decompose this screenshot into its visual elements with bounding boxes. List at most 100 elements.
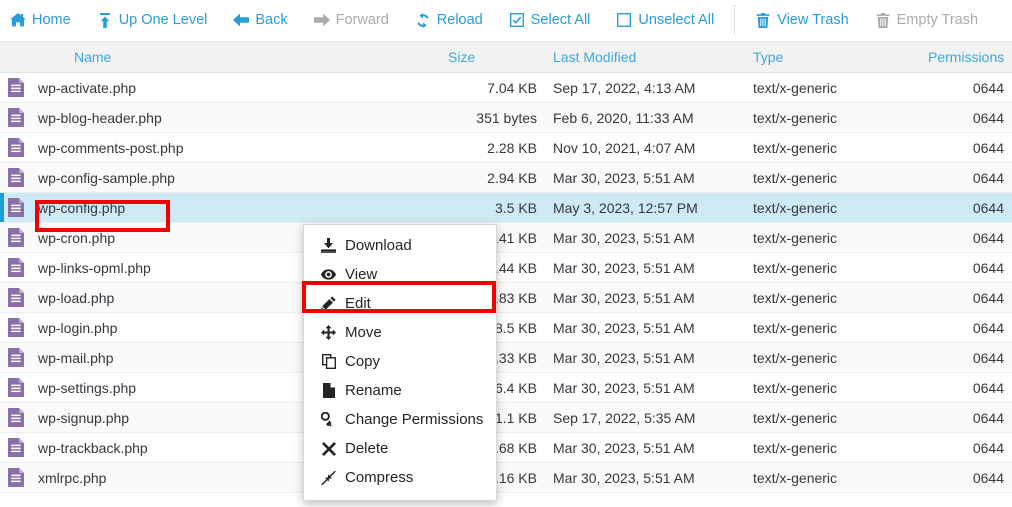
file-permissions: 0644 xyxy=(920,132,1012,163)
column-header-size[interactable]: Size xyxy=(440,41,545,73)
toolbar-button-up-one-level[interactable]: Up One Level xyxy=(97,10,208,30)
file-permissions: 0644 xyxy=(920,402,1012,433)
table-row[interactable]: wp-config.php 3.5 KB May 3, 2023, 12:57 PM… xyxy=(0,192,1012,223)
toolbar-button-empty-trash: Empty Trash xyxy=(875,10,978,30)
file-icon xyxy=(321,383,336,398)
table-row[interactable]: wp-comments-post.php 2.28 KB Nov 10, 2021,… xyxy=(0,132,1012,163)
checkbox-empty-icon xyxy=(616,12,632,28)
download-icon xyxy=(321,238,336,253)
compress-icon xyxy=(321,470,336,485)
column-header-icon xyxy=(0,41,30,73)
table-row[interactable]: wp-trackback.php 4.68 KB Mar 30, 2023, 5:5… xyxy=(0,432,1012,463)
copy-icon xyxy=(321,354,336,369)
context-menu-item-compress[interactable]: Compress xyxy=(304,463,496,492)
file-name[interactable]: wp-blog-header.php xyxy=(30,102,440,133)
file-permissions: 0644 xyxy=(920,312,1012,343)
file-name[interactable]: wp-config-sample.php xyxy=(30,162,440,193)
file-size: 3.5 KB xyxy=(440,192,545,223)
file-name[interactable]: wp-activate.php xyxy=(30,72,440,103)
toolbar-button-label: Up One Level xyxy=(118,12,208,28)
file-name[interactable]: wp-comments-post.php xyxy=(30,132,440,163)
file-type: text/x-generic xyxy=(745,402,920,433)
php-file-icon xyxy=(0,192,30,223)
context-menu-item-download[interactable]: Download xyxy=(304,231,496,260)
file-type: text/x-generic xyxy=(745,72,920,103)
table-row[interactable]: wp-config-sample.php 2.94 KB Mar 30, 2023,… xyxy=(0,162,1012,193)
file-permissions: 0644 xyxy=(920,102,1012,133)
file-type: text/x-generic xyxy=(745,462,920,493)
php-file-icon xyxy=(0,132,30,163)
column-header-last-modified[interactable]: Last Modified xyxy=(545,41,745,73)
x-mark-icon xyxy=(321,441,336,456)
table-row[interactable]: wp-login.php 48.5 KB Mar 30, 2023, 5:51 AM… xyxy=(0,312,1012,343)
table-row[interactable]: wp-settings.php 26.4 KB Mar 30, 2023, 5:51… xyxy=(0,372,1012,403)
table-row[interactable]: wp-links-opml.php 2.44 KB Mar 30, 2023, 5:… xyxy=(0,252,1012,283)
toolbar-button-reload[interactable]: Reload xyxy=(415,10,483,30)
file-last-modified: Nov 10, 2021, 4:07 AM xyxy=(545,132,745,163)
php-file-icon xyxy=(0,432,30,463)
context-menu-item-label: View xyxy=(345,266,378,283)
php-file-icon xyxy=(0,372,30,403)
file-type: text/x-generic xyxy=(745,192,920,223)
column-header-type[interactable]: Type xyxy=(745,41,920,73)
file-type: text/x-generic xyxy=(745,312,920,343)
php-file-icon xyxy=(0,162,30,193)
php-file-icon xyxy=(0,222,30,253)
arrow-left-icon xyxy=(233,12,250,28)
file-permissions: 0644 xyxy=(920,72,1012,103)
context-menu-item-copy[interactable]: Copy xyxy=(304,347,496,376)
file-type: text/x-generic xyxy=(745,342,920,373)
arrow-up-icon xyxy=(97,12,113,28)
key-icon xyxy=(321,412,336,427)
table-row[interactable]: wp-signup.php 31.1 KB Sep 17, 2022, 5:35 A… xyxy=(0,402,1012,433)
context-menu-item-move[interactable]: Move xyxy=(304,318,496,347)
reload-icon xyxy=(415,12,431,28)
file-last-modified: Feb 6, 2020, 11:33 AM xyxy=(545,102,745,133)
file-last-modified: Mar 30, 2023, 5:51 AM xyxy=(545,222,745,253)
toolbar-separator xyxy=(734,5,736,35)
file-last-modified: Sep 17, 2022, 5:35 AM xyxy=(545,402,745,433)
context-menu-item-rename[interactable]: Rename xyxy=(304,376,496,405)
file-permissions: 0644 xyxy=(920,342,1012,373)
column-header-permissions[interactable]: Permissions xyxy=(920,41,1012,73)
table-row[interactable]: wp-blog-header.php 351 bytes Feb 6, 2020, … xyxy=(0,102,1012,133)
toolbar-button-view-trash[interactable]: View Trash xyxy=(755,10,849,30)
file-size: 2.28 KB xyxy=(440,132,545,163)
trash-icon xyxy=(875,12,891,28)
php-file-icon xyxy=(0,282,30,313)
file-last-modified: Sep 17, 2022, 4:13 AM xyxy=(545,72,745,103)
file-permissions: 0644 xyxy=(920,432,1012,463)
file-manager-window: Home Up One Level Back Forward Reload Select … xyxy=(0,0,1012,507)
table-row[interactable]: xmlrpc.php 3.16 KB Mar 30, 2023, 5:51 AM te… xyxy=(0,462,1012,493)
context-menu-item-label: Copy xyxy=(345,353,381,370)
table-row[interactable]: wp-cron.php 5.41 KB Mar 30, 2023, 5:51 AM t… xyxy=(0,222,1012,253)
file-type: text/x-generic xyxy=(745,432,920,463)
table-row[interactable]: wp-load.php 3.83 KB Mar 30, 2023, 5:51 AM t… xyxy=(0,282,1012,313)
file-type: text/x-generic xyxy=(745,372,920,403)
toolbar-button-unselect-all[interactable]: Unselect All xyxy=(616,10,714,30)
column-header-name[interactable]: Name xyxy=(30,41,440,73)
file-name[interactable]: wp-config.php xyxy=(30,192,440,223)
toolbar-button-back[interactable]: Back xyxy=(233,10,288,30)
eye-icon xyxy=(321,267,336,282)
toolbar-button-label: Forward xyxy=(335,12,389,28)
toolbar-button-label: Unselect All xyxy=(638,12,715,28)
context-menu-item-edit[interactable]: Edit xyxy=(304,289,496,318)
table-row[interactable]: wp-mail.php 8.33 KB Mar 30, 2023, 5:51 AM t… xyxy=(0,342,1012,373)
file-permissions: 0644 xyxy=(920,252,1012,283)
pencil-icon xyxy=(321,296,336,311)
toolbar-button-home[interactable]: Home xyxy=(10,10,71,30)
toolbar-button-select-all[interactable]: Select All xyxy=(509,10,591,30)
context-menu-item-label: Download xyxy=(345,237,412,254)
context-menu-item-change-permissions[interactable]: Change Permissions xyxy=(304,405,496,434)
context-menu-item-label: Rename xyxy=(345,382,402,399)
file-permissions: 0644 xyxy=(920,222,1012,253)
context-menu-item-delete[interactable]: Delete xyxy=(304,434,496,463)
php-file-icon xyxy=(0,402,30,433)
file-last-modified: Mar 30, 2023, 5:51 AM xyxy=(545,372,745,403)
toolbar-button-label: Select All xyxy=(530,12,591,28)
table-row[interactable]: wp-activate.php 7.04 KB Sep 17, 2022, 4:13… xyxy=(0,72,1012,103)
context-menu-item-view[interactable]: View xyxy=(304,260,496,289)
context-menu-item-label: Change Permissions xyxy=(345,411,484,428)
file-last-modified: Mar 30, 2023, 5:51 AM xyxy=(545,462,745,493)
